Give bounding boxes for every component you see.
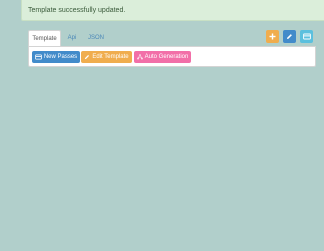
sitemap-icon: [136, 54, 143, 60]
new-passes-button[interactable]: New Passes: [32, 51, 80, 63]
auto-generation-label: Auto Generation: [144, 54, 189, 60]
tab-json[interactable]: JSON: [85, 30, 107, 46]
pencil-icon: [286, 33, 293, 40]
card-button[interactable]: [300, 30, 313, 43]
tab-template[interactable]: Template: [28, 30, 61, 46]
tab-json-label: JSON: [87, 35, 104, 41]
edit-template-label: Edit Template: [92, 54, 129, 60]
auto-generation-button[interactable]: Auto Generation: [134, 51, 191, 63]
alert-message: Template successfully updated.: [28, 6, 126, 14]
card-icon: [35, 54, 42, 60]
tab-api-label: Api: [67, 35, 77, 41]
plus-icon: [269, 33, 276, 40]
pencil-icon: [84, 54, 90, 60]
edit-template-button[interactable]: Edit Template: [81, 51, 132, 63]
tab-template-label: Template: [32, 35, 57, 42]
tab-api[interactable]: Api: [62, 30, 82, 46]
add-button[interactable]: [266, 30, 279, 43]
edit-button[interactable]: [283, 30, 296, 43]
success-alert: Template successfully updated.: [21, 0, 324, 21]
template-panel: New Passes Edit Template Auto Generation: [28, 46, 316, 67]
new-passes-label: New Passes: [43, 54, 78, 60]
card-icon: [302, 33, 311, 40]
